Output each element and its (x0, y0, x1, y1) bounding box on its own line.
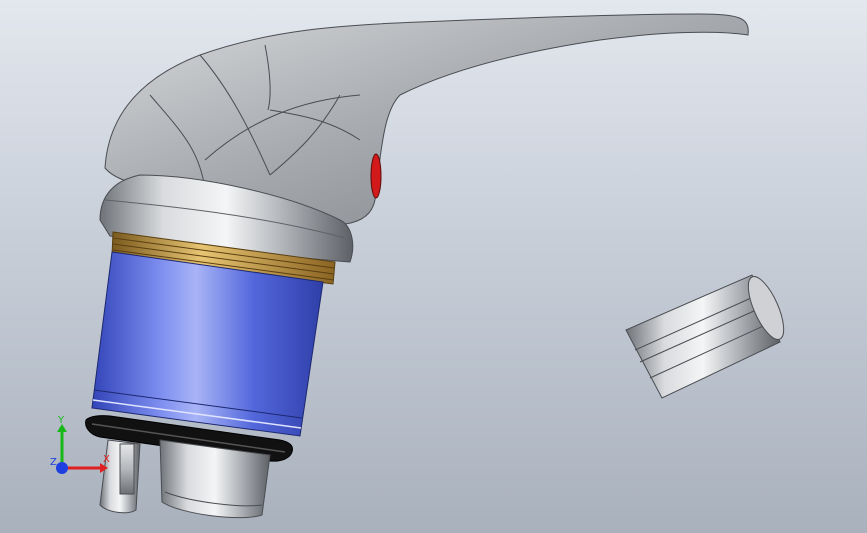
z-axis-dot-icon (56, 462, 68, 474)
aerator-insert[interactable] (625, 272, 791, 399)
x-axis-label: X (103, 454, 110, 465)
cartridge-stem[interactable] (99, 439, 271, 519)
z-axis-label: Z (50, 457, 57, 468)
model-canvas[interactable]: X Y Z (0, 0, 867, 533)
y-axis-label: Y (57, 415, 65, 426)
hot-cold-indicator-icon (370, 153, 382, 199)
cartridge-body[interactable] (91, 251, 324, 437)
cad-viewport[interactable]: X Y Z (0, 0, 867, 533)
